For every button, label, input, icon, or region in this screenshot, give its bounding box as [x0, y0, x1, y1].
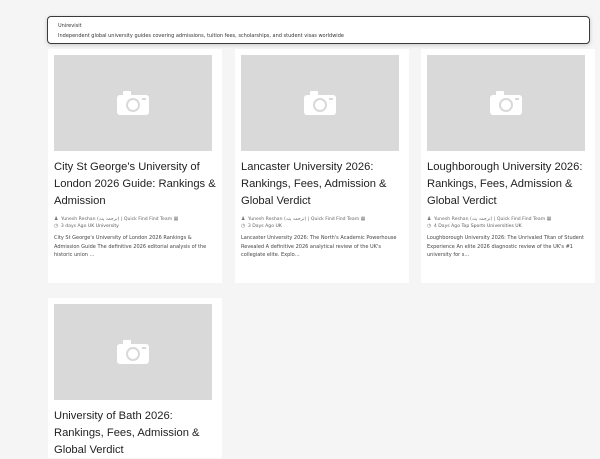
post-title[interactable]: Lancaster University 2026: Rankings, Fee… — [241, 159, 403, 210]
post-category[interactable]: Top Sports Universities UK — [462, 224, 522, 229]
post-author[interactable]: Yunesh Reshan (ترجمہ پتہ) | Quick Find F… — [61, 217, 172, 222]
post-card[interactable]: Lancaster University 2026: Rankings, Fee… — [235, 49, 409, 283]
post-card[interactable]: City St George's University of London 20… — [48, 49, 222, 283]
post-meta: ♟ Yunesh Reshan (ترجمہ پتہ) | Quick Find… — [54, 216, 216, 230]
site-tooltip: Unirevisit Independent global university… — [47, 16, 590, 44]
clock-icon: ◷ — [241, 223, 246, 229]
tooltip-description: Independent global university guides cov… — [58, 33, 344, 39]
post-date: 4 Days Ago — [433, 224, 461, 229]
post-title[interactable]: Loughborough University 2026: Rankings, … — [427, 159, 589, 210]
clock-icon: ◷ — [427, 223, 432, 229]
post-title[interactable]: City St George's University of London 20… — [54, 159, 216, 210]
post-author[interactable]: Yunesh Reshan (ترجمہ پتہ) | Quick Find F… — [434, 217, 545, 222]
post-thumbnail[interactable] — [54, 304, 212, 400]
post-author[interactable]: Yunesh Reshan (ترجمہ پتہ) | Quick Find F… — [248, 217, 359, 222]
user-icon: ♟ — [427, 216, 432, 222]
post-card[interactable]: University of Bath 2026: Rankings, Fees,… — [48, 298, 222, 458]
post-thumbnail[interactable] — [241, 55, 399, 151]
tooltip-title: Unirevisit — [58, 23, 82, 29]
post-excerpt: Lancaster University 2026: The North's A… — [241, 235, 397, 258]
camera-placeholder-icon — [303, 90, 337, 116]
user-icon: ♟ — [54, 216, 59, 222]
post-category[interactable]: UK University — [88, 224, 119, 229]
post-title[interactable]: University of Bath 2026: Rankings, Fees,… — [54, 408, 216, 459]
post-date: 3 Days Ago — [247, 224, 275, 229]
post-category[interactable]: UK — [276, 224, 282, 229]
post-meta: ♟ Yunesh Reshan (ترجمہ پتہ) | Quick Find… — [427, 216, 589, 230]
post-card[interactable]: Loughborough University 2026: Rankings, … — [421, 49, 595, 283]
folder-icon: ▦ — [173, 216, 179, 222]
clock-icon: ◷ — [54, 223, 59, 229]
post-excerpt: City St George's University of London 20… — [54, 235, 207, 258]
post-date: 3 days Ago — [60, 224, 87, 229]
user-icon: ♟ — [241, 216, 246, 222]
post-thumbnail[interactable] — [427, 55, 585, 151]
post-meta: ♟ Yunesh Reshan (ترجمہ پتہ) | Quick Find… — [241, 216, 403, 230]
folder-icon: ▦ — [546, 216, 552, 222]
camera-placeholder-icon — [116, 90, 150, 116]
folder-icon: ▦ — [360, 216, 366, 222]
post-thumbnail[interactable] — [54, 55, 212, 151]
post-excerpt: Loughborough University 2026: The Unriva… — [427, 235, 584, 258]
camera-placeholder-icon — [116, 339, 150, 365]
camera-placeholder-icon — [489, 90, 523, 116]
